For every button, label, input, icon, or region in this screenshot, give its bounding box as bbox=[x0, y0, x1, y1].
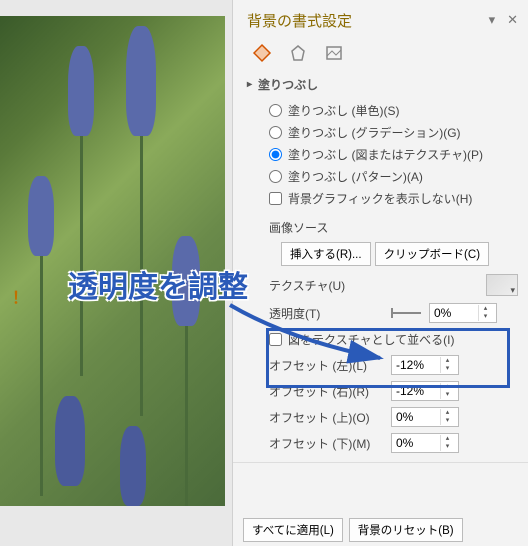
panel-close-icon[interactable]: ✕ bbox=[507, 12, 518, 28]
offset-left-label: オフセット (左)(L) bbox=[269, 357, 383, 374]
transparency-input[interactable] bbox=[430, 306, 478, 320]
slide-canvas: ！ bbox=[0, 0, 232, 546]
checkbox-tile-texture[interactable]: 図をテクスチャとして並べる(I) bbox=[269, 328, 455, 350]
spinner-down-icon[interactable]: ▾ bbox=[479, 313, 492, 321]
insert-button[interactable]: 挿入する(R)... bbox=[281, 242, 371, 266]
offset-left-spinner[interactable]: ▴▾ bbox=[391, 355, 459, 375]
apply-all-button[interactable]: すべてに適用(L) bbox=[243, 518, 343, 542]
collapse-icon: ▸ bbox=[247, 79, 252, 90]
offset-top-spinner[interactable]: ▴▾ bbox=[391, 407, 459, 427]
panel-dropdown-icon[interactable]: ▾ bbox=[489, 12, 496, 28]
transparency-slider[interactable] bbox=[391, 312, 421, 314]
reset-background-button[interactable]: 背景のリセット(B) bbox=[349, 518, 463, 542]
panel-title: 背景の書式設定 bbox=[247, 10, 352, 31]
offset-right-spinner[interactable]: ▴▾ bbox=[391, 381, 459, 401]
radio-pattern-fill[interactable]: 塗りつぶし (パターン)(A) bbox=[269, 165, 518, 187]
format-background-panel: 背景の書式設定 ▾ ✕ ▸ 塗りつぶし 塗りつぶし (単色)(S) 塗りつぶし … bbox=[232, 0, 528, 546]
section-fill-header[interactable]: ▸ 塗りつぶし bbox=[247, 76, 518, 93]
transparency-label: 透明度(T) bbox=[269, 305, 383, 322]
spinner-up-icon[interactable]: ▴ bbox=[479, 305, 492, 313]
tab-picture-icon[interactable] bbox=[321, 40, 347, 66]
tab-effects-icon[interactable] bbox=[285, 40, 311, 66]
section-fill-label: 塗りつぶし bbox=[258, 76, 318, 93]
offset-top-label: オフセット (上)(O) bbox=[269, 409, 383, 426]
slide-background-image bbox=[0, 16, 225, 506]
texture-picker[interactable] bbox=[486, 274, 518, 296]
image-source-label: 画像ソース bbox=[269, 219, 518, 236]
clipboard-button[interactable]: クリップボード(C) bbox=[375, 242, 489, 266]
offset-right-label: オフセット (右)(R) bbox=[269, 383, 383, 400]
slide-marker: ！ bbox=[12, 284, 28, 308]
checkbox-hide-bg-graphics[interactable]: 背景グラフィックを表示しない(H) bbox=[269, 187, 518, 209]
transparency-spinner[interactable]: ▴▾ bbox=[429, 303, 497, 323]
radio-gradient-fill[interactable]: 塗りつぶし (グラデーション)(G) bbox=[269, 121, 518, 143]
offset-bottom-label: オフセット (下)(M) bbox=[269, 435, 383, 452]
radio-solid-fill[interactable]: 塗りつぶし (単色)(S) bbox=[269, 99, 518, 121]
panel-tabs bbox=[249, 40, 518, 66]
offset-bottom-spinner[interactable]: ▴▾ bbox=[391, 433, 459, 453]
texture-label: テクスチャ(U) bbox=[269, 277, 345, 294]
radio-picture-fill[interactable]: 塗りつぶし (図またはテクスチャ)(P) bbox=[269, 143, 518, 165]
tab-fill-icon[interactable] bbox=[249, 40, 275, 66]
